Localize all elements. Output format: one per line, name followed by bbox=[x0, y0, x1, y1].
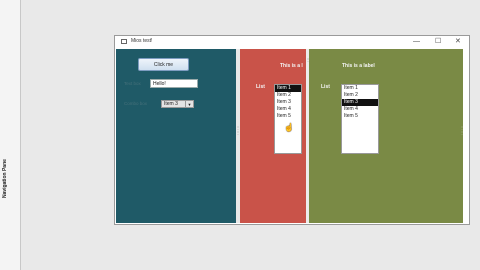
window-title: Mios test! bbox=[131, 38, 153, 44]
list-item[interactable]: Item 4 bbox=[275, 106, 301, 113]
red-list-box[interactable]: Item 1 Item 2 Item 3 Item 4 Item 5 bbox=[274, 84, 302, 154]
combo-label: Combo box bbox=[124, 101, 148, 106]
chevron-down-icon[interactable]: ▼ bbox=[185, 101, 193, 107]
green-list-box[interactable]: Item 1 Item 2 Item 3 Item 4 Item 5 bbox=[341, 84, 379, 154]
text-box-input[interactable]: Hello! bbox=[150, 79, 198, 88]
list-item[interactable]: Item 2 bbox=[342, 92, 378, 99]
list-item[interactable]: Item 5 bbox=[275, 113, 301, 120]
list-item[interactable]: Item 3 bbox=[342, 99, 378, 106]
close-button[interactable]: ✕ bbox=[455, 37, 461, 46]
red-panel: This is a l List Item 1 Item 2 Item 3 It… bbox=[240, 49, 306, 223]
red-panel-header: This is a l bbox=[280, 63, 303, 69]
minimize-button[interactable]: — bbox=[413, 37, 420, 46]
green-list-label: List bbox=[321, 84, 330, 90]
red-list-label: List bbox=[256, 84, 265, 90]
hand-cursor-icon: ☝ bbox=[284, 123, 294, 132]
list-item[interactable]: Item 5 bbox=[342, 113, 378, 120]
green-panel-header: This is a label bbox=[342, 63, 375, 69]
click-me-button[interactable]: Click me bbox=[138, 58, 189, 71]
splitter-grip-icon[interactable]: ⋮ ⋮ bbox=[236, 125, 240, 145]
navigation-pane-label: Navigation Pane bbox=[2, 159, 8, 198]
list-item[interactable]: Item 1 bbox=[342, 85, 378, 92]
title-bar[interactable]: Mios test! — ☐ ✕ bbox=[115, 36, 469, 48]
panel-edge-grip-icon[interactable]: ⋮ ⋮ bbox=[460, 125, 464, 145]
list-item[interactable]: Item 1 bbox=[275, 85, 301, 92]
textbox-label: Text box bbox=[124, 81, 141, 86]
form-content: Click me Text box Hello! Combo box Item … bbox=[116, 49, 468, 224]
form-icon bbox=[121, 39, 127, 44]
teal-panel: Click me Text box Hello! Combo box Item … bbox=[116, 49, 236, 223]
green-panel: This is a label List Item 1 Item 2 Item … bbox=[309, 49, 464, 223]
navigation-pane[interactable]: Navigation Pane bbox=[0, 0, 21, 270]
list-item[interactable]: Item 2 bbox=[275, 92, 301, 99]
combo-value: Item 3 bbox=[164, 101, 178, 107]
list-item[interactable]: Item 3 bbox=[275, 99, 301, 106]
maximize-button[interactable]: ☐ bbox=[435, 37, 441, 46]
list-item[interactable]: Item 4 bbox=[342, 106, 378, 113]
combo-box[interactable]: Item 3 ▼ bbox=[161, 100, 194, 108]
form-window: Mios test! — ☐ ✕ Click me Text box Hello… bbox=[114, 35, 470, 225]
